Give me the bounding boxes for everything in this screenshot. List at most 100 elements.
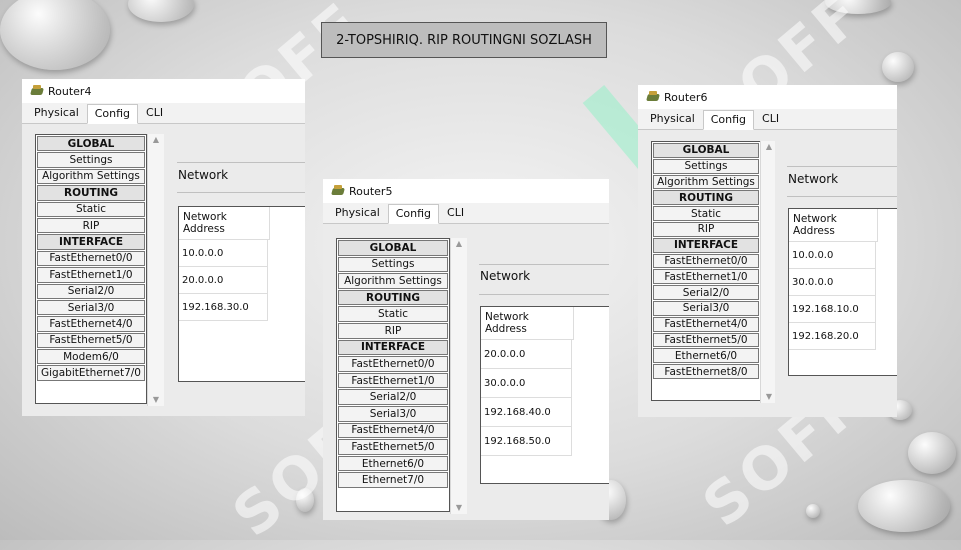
config-menu-list: GLOBAL Settings Algorithm Settings ROUTING S… [336, 238, 450, 512]
scroll-up-icon[interactable]: ▲ [454, 240, 464, 248]
network-address-row[interactable]: 30.0.0.0 [481, 369, 572, 398]
menu-item[interactable]: FastEthernet4/0 [338, 422, 448, 439]
menu-item[interactable]: Settings [338, 256, 448, 273]
window-title: Router5 [349, 184, 393, 198]
menu-item[interactable]: Static [338, 306, 448, 322]
menu-item[interactable]: FastEthernet1/0 [653, 269, 759, 285]
tab-physical[interactable]: Physical [327, 203, 388, 223]
router-icon [331, 185, 345, 197]
menu-item[interactable]: RIP [37, 217, 145, 234]
menu-item[interactable]: Static [37, 201, 145, 217]
network-section-label: Network [480, 269, 531, 283]
network-address-row[interactable]: 192.168.10.0 [789, 296, 876, 323]
tab-physical[interactable]: Physical [642, 109, 703, 129]
tab-config[interactable]: Config [702, 110, 755, 130]
network-address-header: Network Address [179, 207, 270, 240]
network-address-row[interactable]: 192.168.20.0 [789, 323, 876, 350]
tab-bar: Physical Config CLI [22, 103, 305, 124]
tab-config[interactable]: Config [387, 204, 440, 224]
divider [177, 192, 305, 193]
network-address-table: Network Address 20.0.0.0 30.0.0.0 192.168.… [480, 306, 609, 484]
network-address-table: Network Address 10.0.0.0 20.0.0.0 192.168.… [178, 206, 305, 382]
menu-section-header: GLOBAL [37, 136, 145, 152]
router4-window: Router4 Physical Config CLI GLOBAL Settin… [22, 79, 305, 416]
network-address-header: Network Address [481, 307, 574, 340]
tab-cli[interactable]: CLI [138, 103, 171, 123]
scroll-down-icon[interactable]: ▼ [764, 393, 774, 401]
tab-bar: Physical Config CLI [323, 203, 609, 224]
tab-config[interactable]: Config [86, 104, 139, 124]
config-panel: GLOBAL Settings Algorithm Settings ROUTING S… [638, 130, 897, 417]
menu-item[interactable]: Serial2/0 [338, 389, 448, 405]
router5-window: Router5 Physical Config CLI GLOBAL Settin… [323, 179, 609, 520]
tab-physical[interactable]: Physical [26, 103, 87, 123]
menu-scrollbar[interactable]: ▲ ▼ [760, 141, 775, 403]
window-title: Router4 [48, 84, 92, 98]
menu-item[interactable]: FastEthernet4/0 [37, 316, 145, 332]
menu-item[interactable]: Static [653, 206, 759, 221]
menu-section-header: GLOBAL [338, 240, 448, 256]
menu-section-header: INTERFACE [653, 237, 759, 253]
divider [787, 196, 897, 197]
menu-item[interactable]: Algorithm Settings [653, 174, 759, 190]
network-address-row[interactable]: 192.168.50.0 [481, 427, 572, 456]
config-panel: GLOBAL Settings Algorithm Settings ROUTING S… [323, 224, 609, 520]
menu-item[interactable]: Algorithm Settings [338, 273, 448, 289]
tab-cli[interactable]: CLI [754, 109, 787, 129]
tab-cli[interactable]: CLI [439, 203, 472, 223]
network-address-row[interactable]: 10.0.0.0 [789, 242, 876, 269]
scroll-up-icon[interactable]: ▲ [151, 136, 161, 144]
network-address-row[interactable]: 192.168.30.0 [179, 294, 268, 321]
network-address-row[interactable]: 192.168.40.0 [481, 398, 572, 427]
menu-item[interactable]: FastEthernet1/0 [338, 372, 448, 389]
menu-scrollbar[interactable]: ▲ ▼ [147, 134, 164, 406]
menu-item[interactable]: Ethernet6/0 [338, 455, 448, 472]
config-menu-list: GLOBAL Settings Algorithm Settings ROUTING S… [35, 134, 147, 404]
divider [177, 162, 305, 163]
menu-item[interactable]: FastEthernet0/0 [37, 250, 145, 267]
menu-item[interactable]: Algorithm Settings [37, 168, 145, 185]
menu-item[interactable]: FastEthernet0/0 [338, 356, 448, 372]
menu-item[interactable]: FastEthernet8/0 [653, 364, 759, 379]
menu-item[interactable]: Serial2/0 [653, 285, 759, 300]
router-icon [30, 85, 44, 97]
water-drop-decoration [882, 52, 914, 82]
menu-scrollbar[interactable]: ▲ ▼ [450, 238, 467, 514]
tab-bar: Physical Config CLI [638, 109, 897, 130]
menu-item[interactable]: Modem6/0 [37, 349, 145, 365]
menu-section-header: ROUTING [338, 289, 448, 306]
menu-item[interactable]: Settings [37, 152, 145, 168]
menu-item[interactable]: FastEthernet5/0 [338, 439, 448, 455]
window-titlebar: Router5 [323, 179, 609, 203]
divider [479, 294, 609, 295]
menu-item[interactable]: FastEthernet0/0 [653, 253, 759, 269]
menu-section-header: INTERFACE [338, 339, 448, 356]
menu-item[interactable]: Serial2/0 [37, 283, 145, 299]
menu-item[interactable]: Serial3/0 [338, 405, 448, 422]
network-rows: 20.0.0.0 30.0.0.0 192.168.40.0 192.168.50.0 [481, 340, 609, 456]
scroll-down-icon[interactable]: ▼ [454, 504, 464, 512]
menu-item[interactable]: Serial3/0 [653, 300, 759, 316]
divider [479, 264, 609, 265]
menu-item[interactable]: Serial3/0 [37, 299, 145, 316]
menu-item[interactable]: Settings [653, 158, 759, 174]
menu-items: GLOBAL Settings Algorithm Settings ROUTING S… [36, 136, 146, 381]
menu-item[interactable]: GigabitEthernet7/0 [37, 365, 145, 381]
scroll-down-icon[interactable]: ▼ [151, 396, 161, 404]
network-section-label: Network [788, 172, 839, 186]
menu-item[interactable]: Ethernet6/0 [653, 348, 759, 364]
router6-window: Router6 Physical Config CLI GLOBAL Settin… [638, 85, 897, 417]
menu-item[interactable]: FastEthernet5/0 [653, 332, 759, 348]
network-address-row[interactable]: 20.0.0.0 [481, 340, 572, 369]
scroll-up-icon[interactable]: ▲ [764, 143, 774, 151]
menu-item[interactable]: RIP [338, 322, 448, 339]
menu-item[interactable]: FastEthernet5/0 [37, 332, 145, 349]
menu-item[interactable]: FastEthernet1/0 [37, 267, 145, 283]
menu-item[interactable]: Ethernet7/0 [338, 472, 448, 488]
menu-item[interactable]: FastEthernet4/0 [653, 316, 759, 332]
menu-item[interactable]: RIP [653, 221, 759, 237]
network-address-row[interactable]: 30.0.0.0 [789, 269, 876, 296]
config-panel: GLOBAL Settings Algorithm Settings ROUTING S… [22, 124, 305, 416]
network-address-row[interactable]: 10.0.0.0 [179, 240, 268, 267]
network-address-row[interactable]: 20.0.0.0 [179, 267, 268, 294]
